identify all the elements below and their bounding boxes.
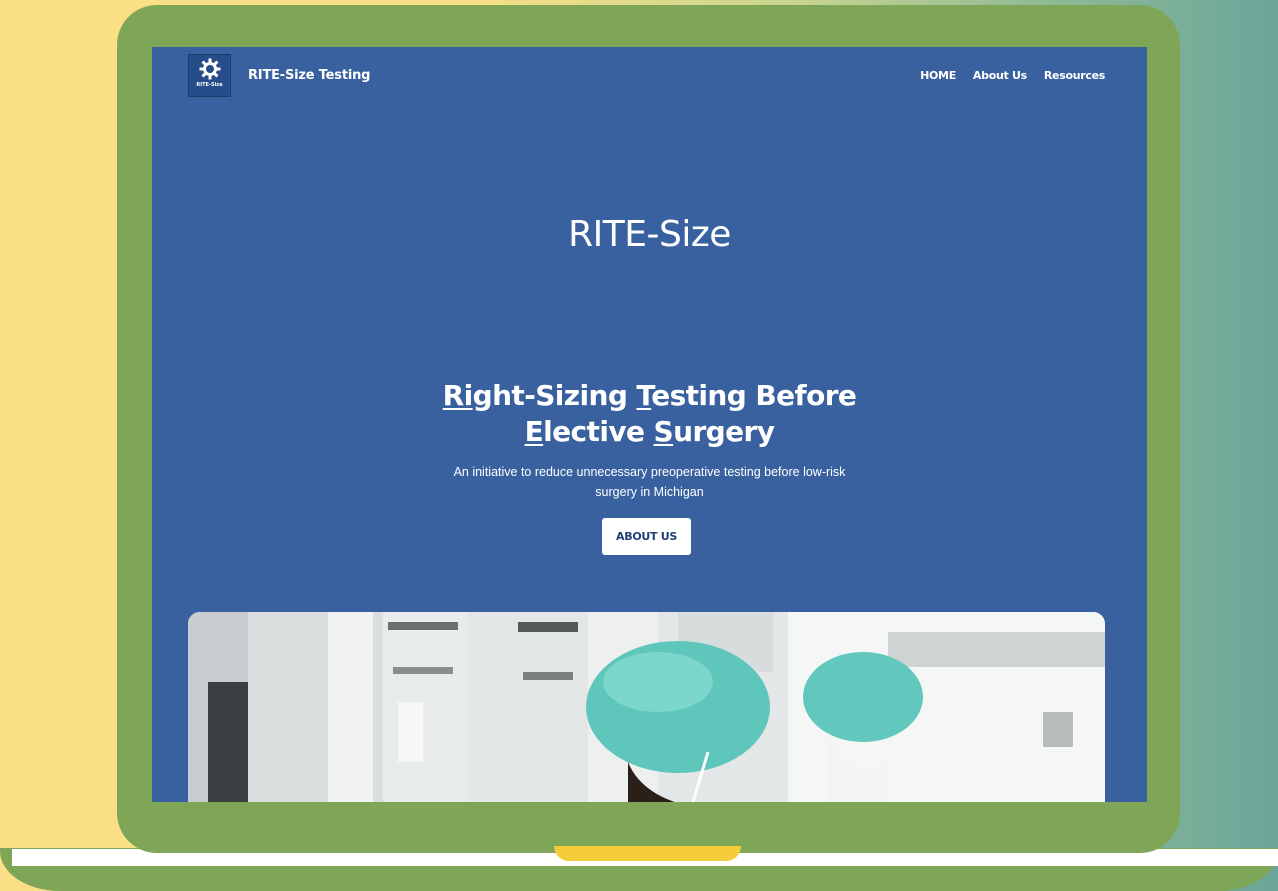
nav-resources[interactable]: Resources — [1044, 69, 1105, 82]
headline-line1-segment: ght-Sizing — [472, 379, 637, 412]
brand-name[interactable]: RITE-Size Testing — [248, 68, 370, 83]
hero-photo — [188, 612, 1105, 802]
nav-home[interactable]: HOME — [920, 69, 956, 82]
logo-text: RITE-Size — [196, 82, 223, 88]
website-screen: RITE-Size RITE-Size Testing HOME About U… — [152, 47, 1147, 802]
hero-title: RITE-Size — [568, 214, 731, 255]
headline-line2-segment: E — [524, 415, 544, 448]
site-logo[interactable]: RITE-Size — [188, 54, 231, 97]
nav-about-us[interactable]: About Us — [973, 69, 1027, 82]
headline-line-2: Elective Surgery — [152, 414, 1147, 450]
hero-subtitle: An initiative to reduce unnecessary preo… — [453, 465, 846, 499]
about-us-button[interactable]: ABOUT US — [602, 518, 691, 555]
clinicians-photo-illustration — [188, 612, 1105, 802]
headline-line-1: Right-Sizing Testing Before — [152, 378, 1147, 414]
headline-line2-segment: lective — [543, 415, 654, 448]
headline-line1-segment: Ri — [442, 379, 474, 412]
headline-line2-segment: urgery — [673, 415, 775, 448]
laptop-notch — [554, 846, 741, 861]
headline-line1-segment: esting Before — [651, 379, 857, 412]
hero-headline: Right-Sizing Testing Before Elective Sur… — [152, 378, 1147, 450]
main-nav: HOME About Us Resources — [920, 69, 1105, 82]
gear-icon — [199, 58, 221, 80]
headline-line1-segment: T — [636, 379, 652, 412]
headline-line2-segment: S — [653, 415, 674, 448]
